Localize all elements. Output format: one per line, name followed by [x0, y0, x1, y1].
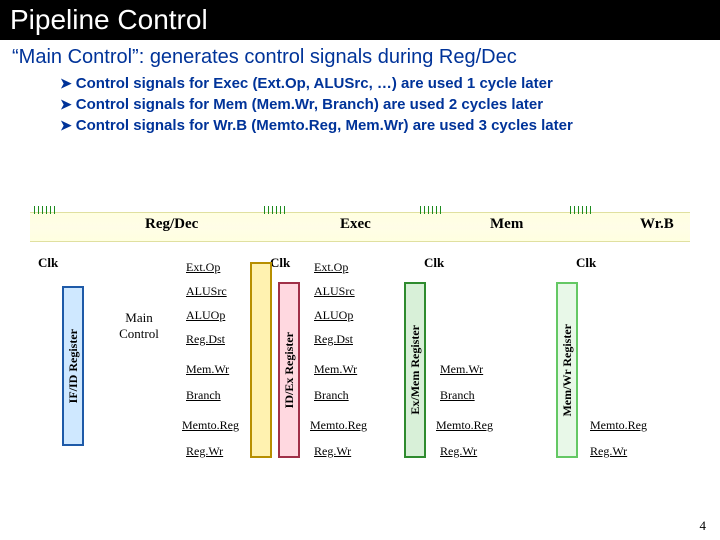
sig-memtoreg: Memto.Reg: [182, 418, 239, 433]
clock-ticks: [420, 206, 444, 216]
sig-branch: Branch: [314, 388, 349, 403]
sig-memtoreg: Memto.Reg: [436, 418, 493, 433]
exmem-register: Ex/Mem Register: [404, 282, 426, 458]
sig-regwr: Reg.Wr: [314, 444, 351, 459]
sig-regwr: Reg.Wr: [440, 444, 477, 459]
stage-wrb: Wr.B: [640, 216, 674, 233]
clock-ticks: [34, 206, 58, 216]
memwr-register: Mem/Wr Register: [556, 282, 578, 458]
bullet-item: ➤Control signals for Mem (Mem.Wr, Branch…: [60, 94, 700, 115]
clk-label: Clk: [38, 255, 58, 271]
sig-memtoreg: Memto.Reg: [590, 418, 647, 433]
bullet-arrow-icon: ➤: [60, 75, 72, 91]
slide-subtitle: “Main Control”: generates control signal…: [0, 40, 720, 73]
clk-label: Clk: [424, 255, 444, 271]
clk-label: Clk: [576, 255, 596, 271]
ifid-register: IF/ID Register: [62, 286, 84, 446]
sig-branch: Branch: [440, 388, 475, 403]
bullet-arrow-icon: ➤: [60, 96, 72, 112]
bullet-item: ➤Control signals for Exec (Ext.Op, ALUSr…: [60, 73, 700, 94]
main-control-block: Main Control: [108, 310, 170, 350]
sig-memwr: Mem.Wr: [186, 362, 229, 377]
sig-memwr: Mem.Wr: [314, 362, 357, 377]
bullet-item: ➤Control signals for Wr.B (Memto.Reg, Me…: [60, 115, 700, 136]
stage-mem: Mem: [490, 216, 523, 233]
idex-kept-register: [250, 262, 272, 458]
sig-memwr: Mem.Wr: [440, 362, 483, 377]
stage-exec: Exec: [340, 216, 371, 233]
page-number: 4: [700, 518, 707, 534]
sig-extop: Ext.Op: [186, 260, 220, 275]
sig-regwr: Reg.Wr: [186, 444, 223, 459]
sig-memtoreg: Memto.Reg: [310, 418, 367, 433]
clock-ticks: [570, 206, 594, 216]
sig-aluop: ALUOp: [314, 308, 353, 323]
sig-regwr: Reg.Wr: [590, 444, 627, 459]
sig-regdst: Reg.Dst: [314, 332, 353, 347]
sig-aluop: ALUOp: [186, 308, 225, 323]
sig-alusrc: ALUSrc: [314, 284, 355, 299]
sig-branch: Branch: [186, 388, 221, 403]
idex-register: ID/Ex Register: [278, 282, 300, 458]
bullet-arrow-icon: ➤: [60, 117, 72, 133]
clk-label: Clk: [270, 255, 290, 271]
slide-title: Pipeline Control: [0, 0, 720, 40]
sig-extop: Ext.Op: [314, 260, 348, 275]
sig-regdst: Reg.Dst: [186, 332, 225, 347]
sig-alusrc: ALUSrc: [186, 284, 227, 299]
stage-regdec: Reg/Dec: [145, 216, 198, 233]
bullet-list: ➤Control signals for Exec (Ext.Op, ALUSr…: [0, 73, 720, 144]
clock-ticks: [264, 206, 288, 216]
